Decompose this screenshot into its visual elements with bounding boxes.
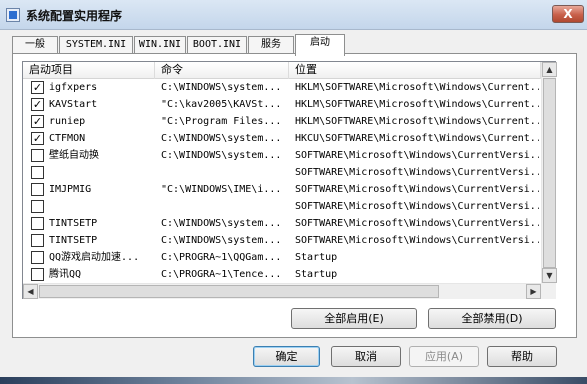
list-row[interactable]: ✓ igfxpers C:\WINDOWS\system... HKLM\SOFTWA… — [23, 79, 541, 96]
enable-checkbox[interactable]: ✓ — [31, 115, 44, 128]
startup-command: C:\WINDOWS\system... — [161, 150, 282, 161]
help-button[interactable]: 帮助 — [487, 346, 557, 367]
startup-command: "C:\WINDOWS\IME\i... — [161, 184, 282, 195]
startup-command: C:\PROGRA~1\QQGam... — [161, 252, 282, 263]
tab-services[interactable]: 服务 — [248, 36, 294, 54]
list-header: 启动项目 命令 位置 — [23, 62, 541, 79]
startup-location: SOFTWARE\Microsoft\Windows\CurrentVersi.… — [295, 201, 539, 212]
scroll-left-button[interactable]: ◀ — [23, 284, 38, 299]
horizontal-scroll-thumb[interactable] — [39, 285, 439, 298]
ok-button[interactable]: 确定 — [253, 346, 320, 367]
startup-item-name: 腾讯QQ — [49, 269, 82, 280]
disable-all-button[interactable]: 全部禁用(D) — [428, 308, 556, 329]
enable-all-button[interactable]: 全部启用(E) — [291, 308, 417, 329]
tab-general[interactable]: 一般 — [12, 36, 58, 54]
startup-item-name: TINTSETP — [49, 218, 98, 229]
desktop-strip — [0, 377, 587, 384]
app-icon — [6, 8, 20, 22]
startup-location: SOFTWARE\Microsoft\Windows\CurrentVersi.… — [295, 218, 539, 229]
tab-win-ini[interactable]: WIN.INI — [134, 36, 186, 54]
scroll-corner — [541, 283, 556, 299]
tab-boot-ini[interactable]: BOOT.INI — [187, 36, 247, 54]
scroll-up-button[interactable]: ▲ — [542, 62, 557, 77]
list-row[interactable]: TINTSETP C:\WINDOWS\system... SOFTWARE\Mic… — [23, 215, 541, 232]
list-row[interactable]: SOFTWARE\Microsoft\Windows\CurrentVersi.… — [23, 198, 541, 215]
startup-list[interactable]: 启动项目 命令 位置 ✓ igfxpers C:\WINDOWS\system...… — [22, 61, 557, 299]
enable-checkbox[interactable] — [31, 234, 44, 247]
enable-checkbox[interactable] — [31, 183, 44, 196]
list-row[interactable]: ✓ CTFMON C:\WINDOWS\system... HKCU\SOFTWARE… — [23, 130, 541, 147]
startup-location: SOFTWARE\Microsoft\Windows\CurrentVersi.… — [295, 150, 539, 161]
startup-location: HKLM\SOFTWARE\Microsoft\Windows\Current.… — [295, 116, 539, 127]
apply-button[interactable]: 应用(A) — [409, 346, 479, 367]
list-row[interactable]: 腾讯QQ C:\PROGRA~1\Tence... Startup — [23, 266, 541, 283]
enable-checkbox[interactable] — [31, 149, 44, 162]
startup-command: C:\PROGRA~1\Tence... — [161, 269, 282, 280]
list-row[interactable]: IMJPMIG "C:\WINDOWS\IME\i... SOFTWARE\Micr… — [23, 181, 541, 198]
tab-system-ini[interactable]: SYSTEM.INI — [59, 36, 133, 54]
column-header-item[interactable]: 启动项目 — [23, 62, 155, 79]
startup-item-name: KAVStart — [49, 99, 98, 110]
startup-command: "C:\kav2005\KAVSt... — [161, 99, 282, 110]
startup-item-name: 壁纸自动换 — [49, 150, 99, 161]
startup-item-name: QQ游戏启动加速... — [49, 252, 140, 263]
tab-startup[interactable]: 启动 — [295, 34, 345, 56]
startup-command: C:\WINDOWS\system... — [161, 218, 282, 229]
startup-location: SOFTWARE\Microsoft\Windows\CurrentVersi.… — [295, 167, 539, 178]
startup-item-name — [49, 198, 153, 215]
startup-location: HKLM\SOFTWARE\Microsoft\Windows\Current.… — [295, 99, 539, 110]
startup-command: C:\WINDOWS\system... — [161, 235, 282, 246]
list-row[interactable]: SOFTWARE\Microsoft\Windows\CurrentVersi.… — [23, 164, 541, 181]
system-config-window: 系统配置实用程序 X 一般 SYSTEM.INI WIN.INI BOOT.IN… — [0, 0, 587, 384]
close-button[interactable]: X — [552, 5, 584, 23]
enable-checkbox[interactable]: ✓ — [31, 81, 44, 94]
list-row[interactable]: ✓ KAVStart "C:\kav2005\KAVSt... HKLM\SOFTWA… — [23, 96, 541, 113]
vertical-scroll-thumb[interactable] — [543, 78, 556, 268]
enable-checkbox[interactable] — [31, 166, 44, 179]
startup-command — [161, 198, 289, 215]
startup-item-name: CTFMON — [49, 133, 86, 144]
window-title: 系统配置实用程序 — [26, 9, 123, 23]
startup-item-name — [49, 164, 153, 181]
list-row[interactable]: TINTSETP C:\WINDOWS\system... SOFTWARE\Mic… — [23, 232, 541, 249]
startup-item-name: runiep — [49, 116, 86, 127]
startup-location: HKLM\SOFTWARE\Microsoft\Windows\Current.… — [295, 82, 539, 93]
list-row[interactable]: QQ游戏启动加速... C:\PROGRA~1\QQGam... Startup — [23, 249, 541, 266]
startup-item-name: IMJPMIG — [49, 184, 92, 195]
column-header-location[interactable]: 位置 — [289, 62, 541, 79]
cancel-button[interactable]: 取消 — [331, 346, 401, 367]
startup-location: Startup — [295, 269, 338, 280]
startup-item-name: TINTSETP — [49, 235, 98, 246]
scroll-down-button[interactable]: ▼ — [542, 268, 557, 283]
enable-checkbox[interactable]: ✓ — [31, 98, 44, 111]
startup-location: SOFTWARE\Microsoft\Windows\CurrentVersi.… — [295, 184, 539, 195]
enable-checkbox[interactable] — [31, 268, 44, 281]
startup-location: SOFTWARE\Microsoft\Windows\CurrentVersi.… — [295, 235, 539, 246]
title-bar[interactable]: 系统配置实用程序 X — [0, 0, 587, 30]
startup-command: C:\WINDOWS\system... — [161, 82, 282, 93]
scroll-right-button[interactable]: ▶ — [526, 284, 541, 299]
enable-checkbox[interactable] — [31, 251, 44, 264]
horizontal-scrollbar[interactable]: ◀ ▶ — [23, 283, 541, 299]
startup-command: C:\WINDOWS\system... — [161, 133, 282, 144]
enable-checkbox[interactable]: ✓ — [31, 132, 44, 145]
startup-location: HKCU\SOFTWARE\Microsoft\Windows\Current.… — [295, 133, 539, 144]
vertical-scrollbar[interactable]: ▲ ▼ — [541, 62, 557, 283]
list-row[interactable]: 壁纸自动换 C:\WINDOWS\system... SOFTWARE\Micros… — [23, 147, 541, 164]
column-header-command[interactable]: 命令 — [155, 62, 289, 79]
enable-checkbox[interactable] — [31, 200, 44, 213]
startup-item-name: igfxpers — [49, 82, 98, 93]
enable-checkbox[interactable] — [31, 217, 44, 230]
list-row[interactable]: ✓ runiep "C:\Program Files... HKLM\SOFTWARE… — [23, 113, 541, 130]
startup-command — [161, 164, 289, 181]
startup-command: "C:\Program Files... — [161, 116, 282, 127]
startup-location: Startup — [295, 252, 338, 263]
